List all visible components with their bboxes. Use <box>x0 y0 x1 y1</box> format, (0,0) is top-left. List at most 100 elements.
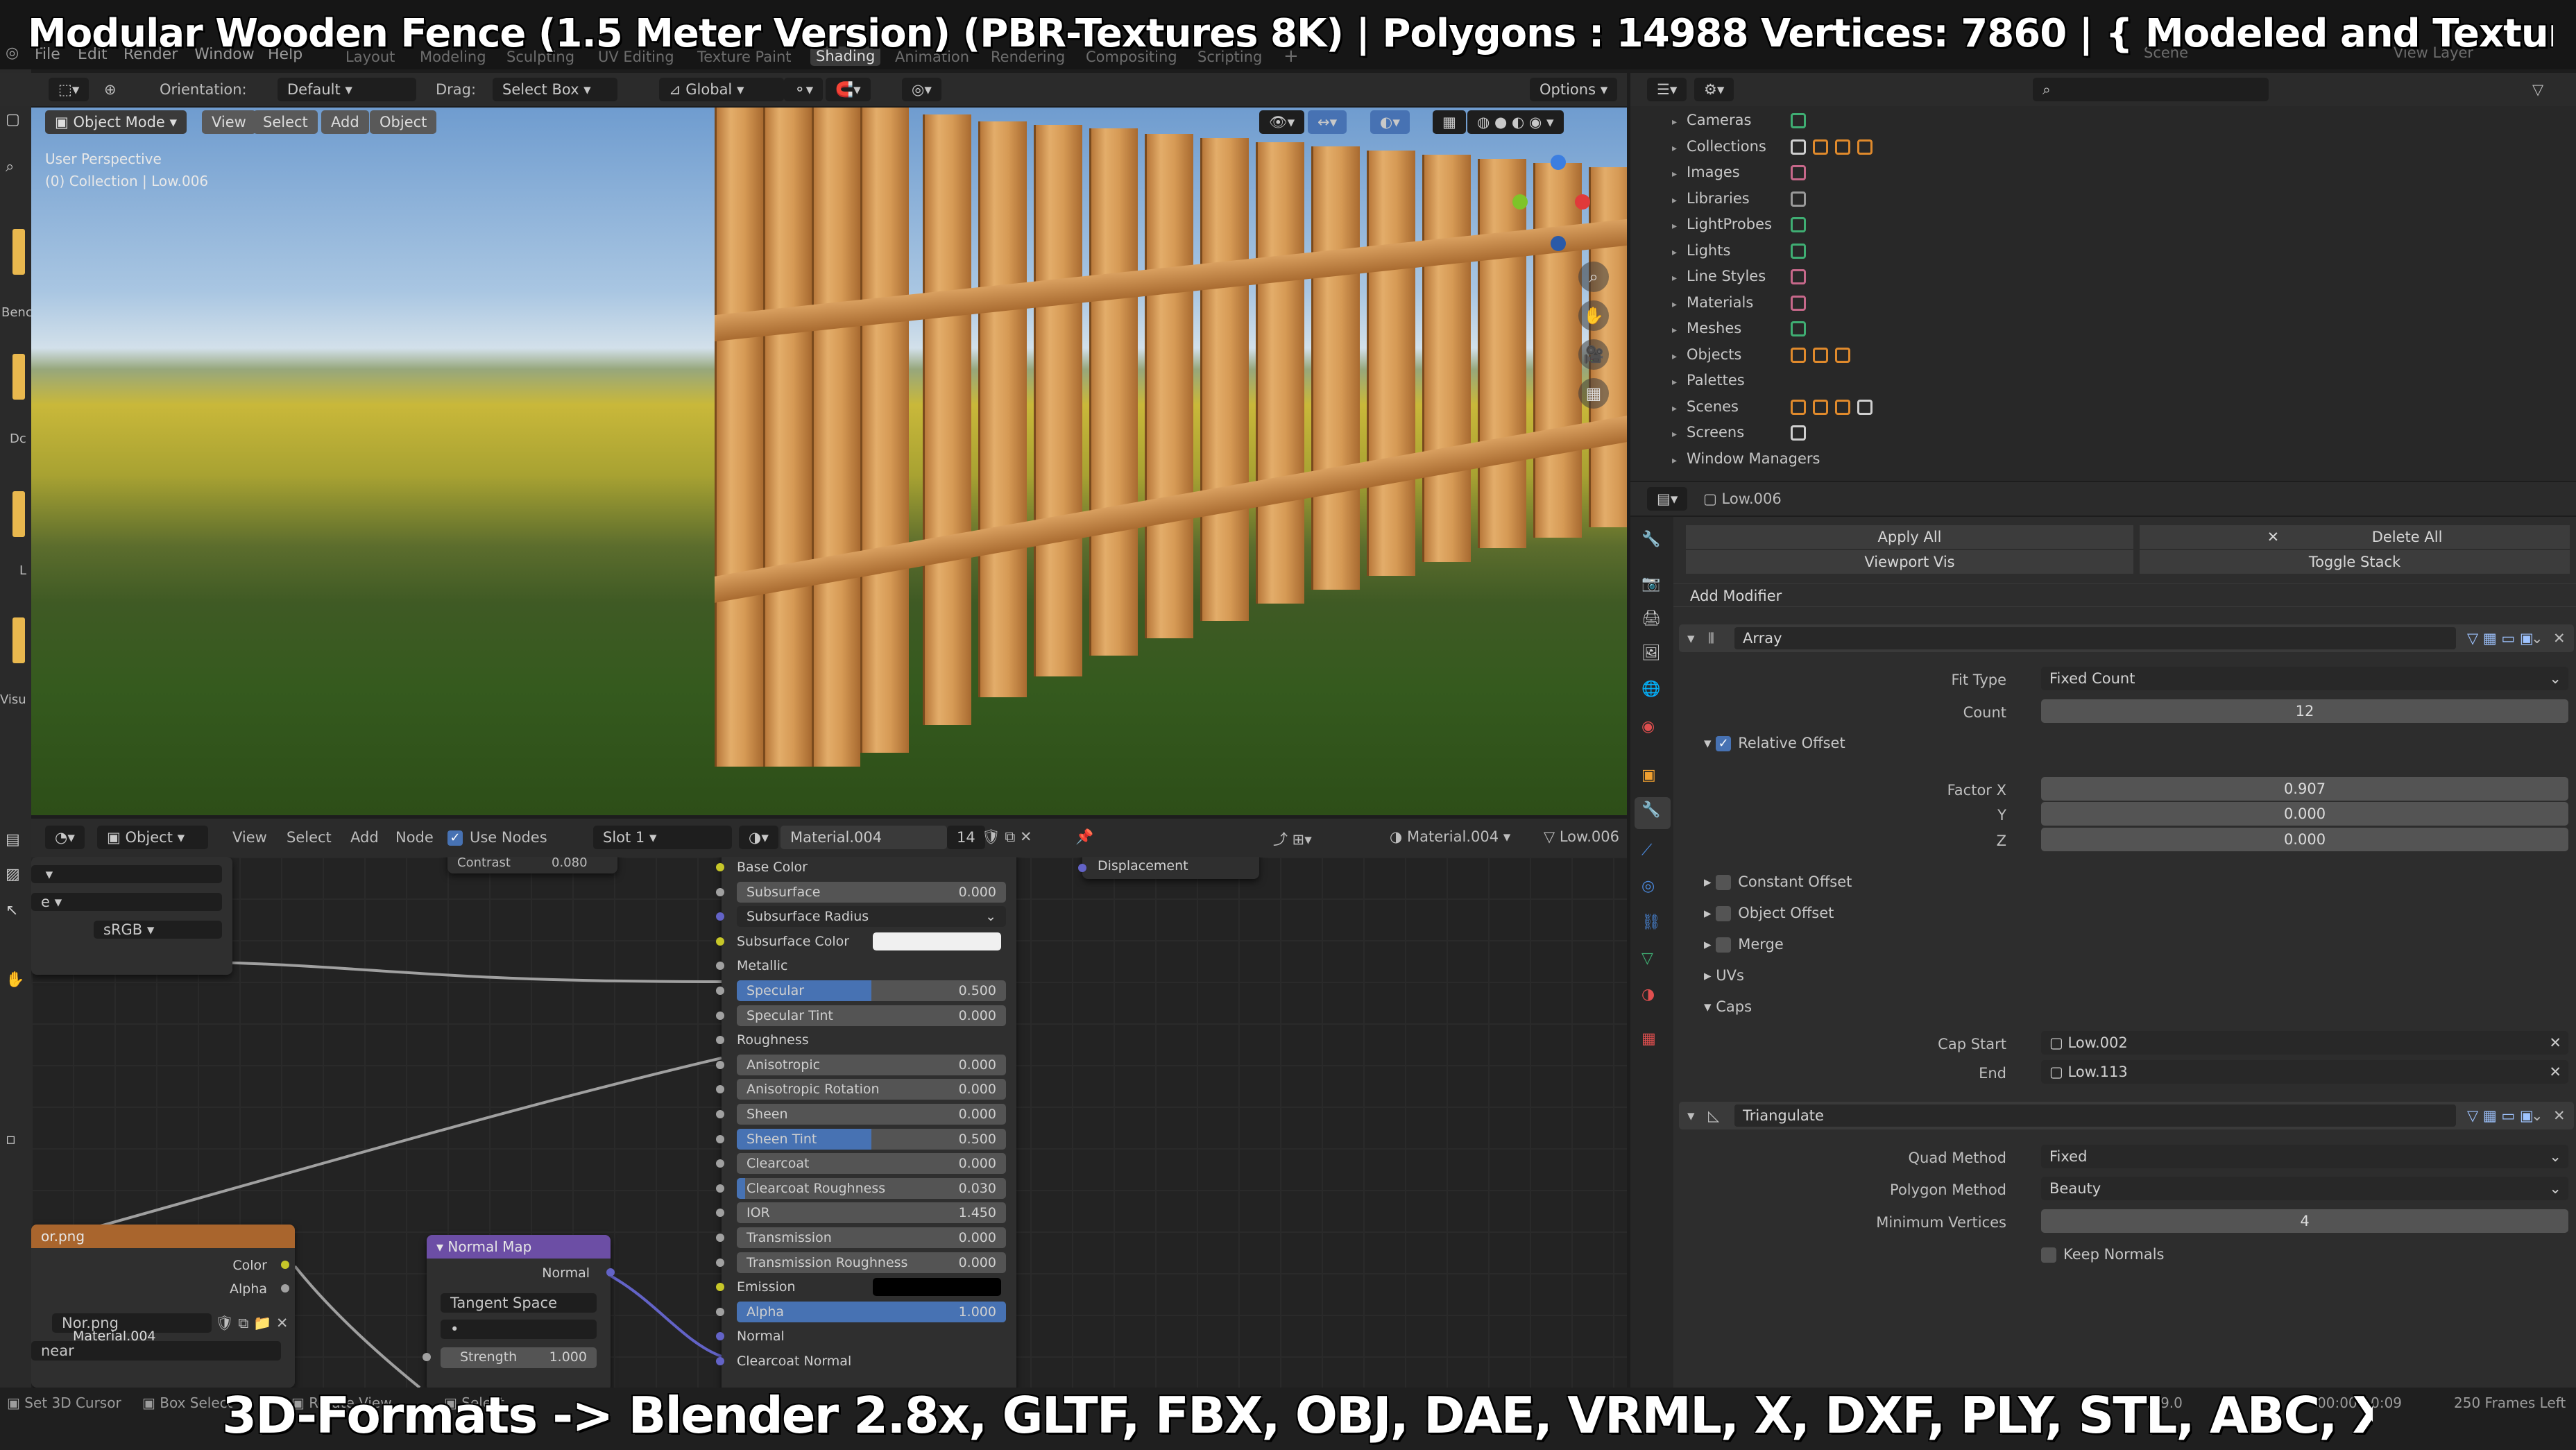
transform-pivot-icon[interactable]: ⊕ <box>104 81 117 98</box>
use-nodes-checkbox[interactable]: ✓ Use Nodes <box>447 829 547 846</box>
strength-input-socket[interactable] <box>423 1353 431 1361</box>
gizmo-toggle-icon[interactable]: ↔▾ <box>1308 110 1347 134</box>
outliner-item-objects[interactable]: ▸ Objects <box>1672 342 1851 367</box>
viewport-menu-object[interactable]: Object <box>370 110 437 134</box>
relative-offset-toggle[interactable]: ▾ ✓ Relative Offset <box>1704 731 1845 756</box>
outliner-item-scenes[interactable]: ▸ Scenes <box>1672 394 1873 419</box>
bright-contrast-node[interactable]: Contrast 0.080 <box>447 857 617 873</box>
xray-toggle-icon[interactable]: ▦ <box>1433 110 1466 134</box>
blender-logo-icon[interactable]: ◎ <box>6 44 19 62</box>
node-menu-select[interactable]: Select <box>287 829 332 846</box>
bsdf-input-socket[interactable] <box>716 1234 724 1242</box>
bsdf-value-field[interactable]: Transmission Roughness 0.000 <box>737 1252 1006 1273</box>
pin-icon[interactable]: 📌 <box>1075 828 1093 846</box>
outliner-item-collections[interactable]: ▸ Collections <box>1672 134 1873 159</box>
bsdf-input-row[interactable]: IOR 1.450 <box>716 1201 1013 1225</box>
bsdf-input-row[interactable]: Metallic <box>716 954 1013 978</box>
folder-thumbnail-icon[interactable] <box>12 617 25 663</box>
gizmo-z-axis[interactable] <box>1551 155 1566 170</box>
bsdf-input-socket[interactable] <box>716 1159 724 1168</box>
bsdf-input-row[interactable]: Emission <box>716 1275 1013 1299</box>
bsdf-input-socket[interactable] <box>716 1085 724 1094</box>
image-icon[interactable]: ▨ <box>6 866 26 887</box>
outliner-item-cameras[interactable]: ▸ Cameras <box>1672 108 1807 133</box>
add-modifier-dropdown[interactable]: Add Modifier <box>1673 583 2576 607</box>
zoom-icon[interactable]: ⌕ <box>1578 262 1609 292</box>
normal-space-dropdown[interactable]: Tangent Space <box>441 1293 597 1313</box>
material-slot-right[interactable]: ◑ Material.004 ▾ <box>1390 828 1510 845</box>
bsdf-input-row[interactable]: Specular Tint 0.000 <box>716 1004 1013 1027</box>
apply-all-button[interactable]: Apply All <box>1686 525 2133 549</box>
bsdf-value-field[interactable]: Sheen Tint 0.500 <box>737 1128 1006 1150</box>
outliner-item-palettes[interactable]: ▸ Palettes <box>1672 368 1784 393</box>
polygon-method-dropdown[interactable]: Beauty ⌄ <box>2041 1177 2568 1200</box>
overlay-toggle-icon[interactable]: ◐▾ <box>1370 110 1410 134</box>
expand-arrow-icon[interactable]: ▸ <box>1672 117 1677 128</box>
bsdf-value-field[interactable]: Alpha 1.000 <box>737 1301 1006 1322</box>
display-mode-dropdown[interactable]: ⚙▾ <box>1694 78 1734 101</box>
bsdf-input-socket[interactable] <box>716 1357 724 1365</box>
bsdf-input-row[interactable]: Anisotropic 0.000 <box>716 1053 1013 1077</box>
image-texture-node-partial[interactable]: ▾ e ▾ sRGB ▾ <box>31 857 232 975</box>
factor-y-field[interactable]: 0.000 <box>2041 802 2568 826</box>
shading-mode-buttons[interactable]: ◍ ● ◐ ◉ ▾ <box>1467 110 1564 134</box>
caps-panel-toggle[interactable]: ▾ Caps <box>1704 994 1752 1019</box>
expand-arrow-icon[interactable]: ▸ <box>1672 455 1677 466</box>
expand-arrow-icon[interactable]: ▸ <box>1672 169 1677 180</box>
bsdf-input-row[interactable]: Transmission 0.000 <box>716 1226 1013 1249</box>
object-offset-toggle[interactable]: ▸ Object Offset <box>1704 901 1834 926</box>
viewport-menu-view[interactable]: View <box>202 110 256 134</box>
bsdf-input-socket[interactable] <box>716 1283 724 1292</box>
bsdf-input-socket[interactable] <box>716 863 724 871</box>
bsdf-input-row[interactable]: Subsurface Color <box>716 930 1013 953</box>
gizmo-neg-z-axis[interactable] <box>1551 236 1566 251</box>
bsdf-input-socket[interactable] <box>716 1184 724 1193</box>
bsdf-input-socket[interactable] <box>716 1134 724 1143</box>
pan-tool-icon[interactable]: ✋ <box>6 971 26 992</box>
normal-map-node[interactable]: ▾ Normal Map Normal Tangent Space • Stre… <box>423 1235 615 1388</box>
merge-toggle[interactable]: ▸ Merge <box>1704 932 1784 957</box>
bsdf-input-socket[interactable] <box>716 1209 724 1218</box>
bsdf-value-field[interactable]: IOR 1.450 <box>737 1202 1006 1224</box>
options-dropdown[interactable]: Options ▾ <box>1530 78 1618 101</box>
interpolation-dropdown[interactable]: near <box>31 1341 281 1361</box>
collapse-arrow-icon[interactable]: ▾ <box>1687 630 1695 647</box>
expand-arrow-icon[interactable]: ▸ <box>1672 403 1677 414</box>
bsdf-input-row[interactable]: Alpha 1.000 <box>716 1300 1013 1324</box>
array-modifier-header[interactable]: ▾ ⫴ Array ▽ ▦ ▭ ▣ ⌄ ✕ <box>1679 624 2574 652</box>
bsdf-value-field[interactable]: Anisotropic Rotation 0.000 <box>737 1079 1006 1100</box>
factor-z-field[interactable]: 0.000 <box>2041 828 2568 851</box>
viewport-visibility-icon[interactable]: 👁▾ <box>1259 110 1305 134</box>
bsdf-input-row[interactable]: Anisotropic Rotation 0.000 <box>716 1077 1013 1101</box>
expand-arrow-icon[interactable]: ▸ <box>1672 195 1677 206</box>
expand-arrow-icon[interactable]: ▸ <box>1672 299 1677 310</box>
modifier-visibility-icons[interactable]: ▽ ▦ ▭ ▣ <box>2467 1107 2534 1124</box>
file-browser-icon[interactable]: ▢ <box>6 111 26 132</box>
pan-hand-icon[interactable]: ✋ <box>1578 300 1609 331</box>
clear-icon[interactable]: ✕ <box>2549 1031 2561 1055</box>
count-field[interactable]: 12 <box>2041 699 2568 723</box>
toggle-sidebar-icon[interactable]: ▫ <box>6 1131 26 1152</box>
filter-icon[interactable]: ▽ <box>2532 81 2543 98</box>
orientation-dropdown[interactable]: Default ▾ <box>278 78 416 101</box>
expand-arrow-icon[interactable]: ▸ <box>1672 221 1677 232</box>
displacement-socket[interactable] <box>1078 864 1086 872</box>
keep-normals-checkbox[interactable]: Keep Normals <box>2041 1242 2165 1267</box>
bsdf-input-row[interactable]: Clearcoat Normal <box>716 1349 1013 1373</box>
expand-arrow-icon[interactable]: ▸ <box>1672 247 1677 258</box>
bsdf-value-field[interactable]: Sheen 0.000 <box>737 1104 1006 1125</box>
strength-field[interactable]: Strength 1.000 <box>441 1347 597 1368</box>
expand-arrow-icon[interactable]: ▸ <box>1672 351 1677 362</box>
color-space-dropdown[interactable]: sRGB ▾ <box>94 921 222 939</box>
partial-node-dropdown[interactable]: ▾ <box>31 865 222 883</box>
pivot-point-dropdown[interactable]: ⚬▾ <box>784 78 824 101</box>
editor-type-dropdown[interactable]: ◔▾ <box>45 826 85 849</box>
outliner-item-images[interactable]: ▸ Images <box>1672 160 1807 185</box>
outliner-item-screens[interactable]: ▸ Screens <box>1672 420 1807 445</box>
quad-method-dropdown[interactable]: Fixed ⌄ <box>2041 1145 2568 1168</box>
expand-arrow-icon[interactable]: ▸ <box>1672 377 1677 388</box>
physics-tab-icon[interactable]: ◎ <box>1641 878 1662 898</box>
bsdf-input-socket[interactable] <box>716 937 724 946</box>
wooden-fence-model[interactable] <box>715 108 1627 767</box>
principled-bsdf-node[interactable]: Base Color Subsurface 0.000 Subsurface Radi… <box>716 857 1016 1388</box>
